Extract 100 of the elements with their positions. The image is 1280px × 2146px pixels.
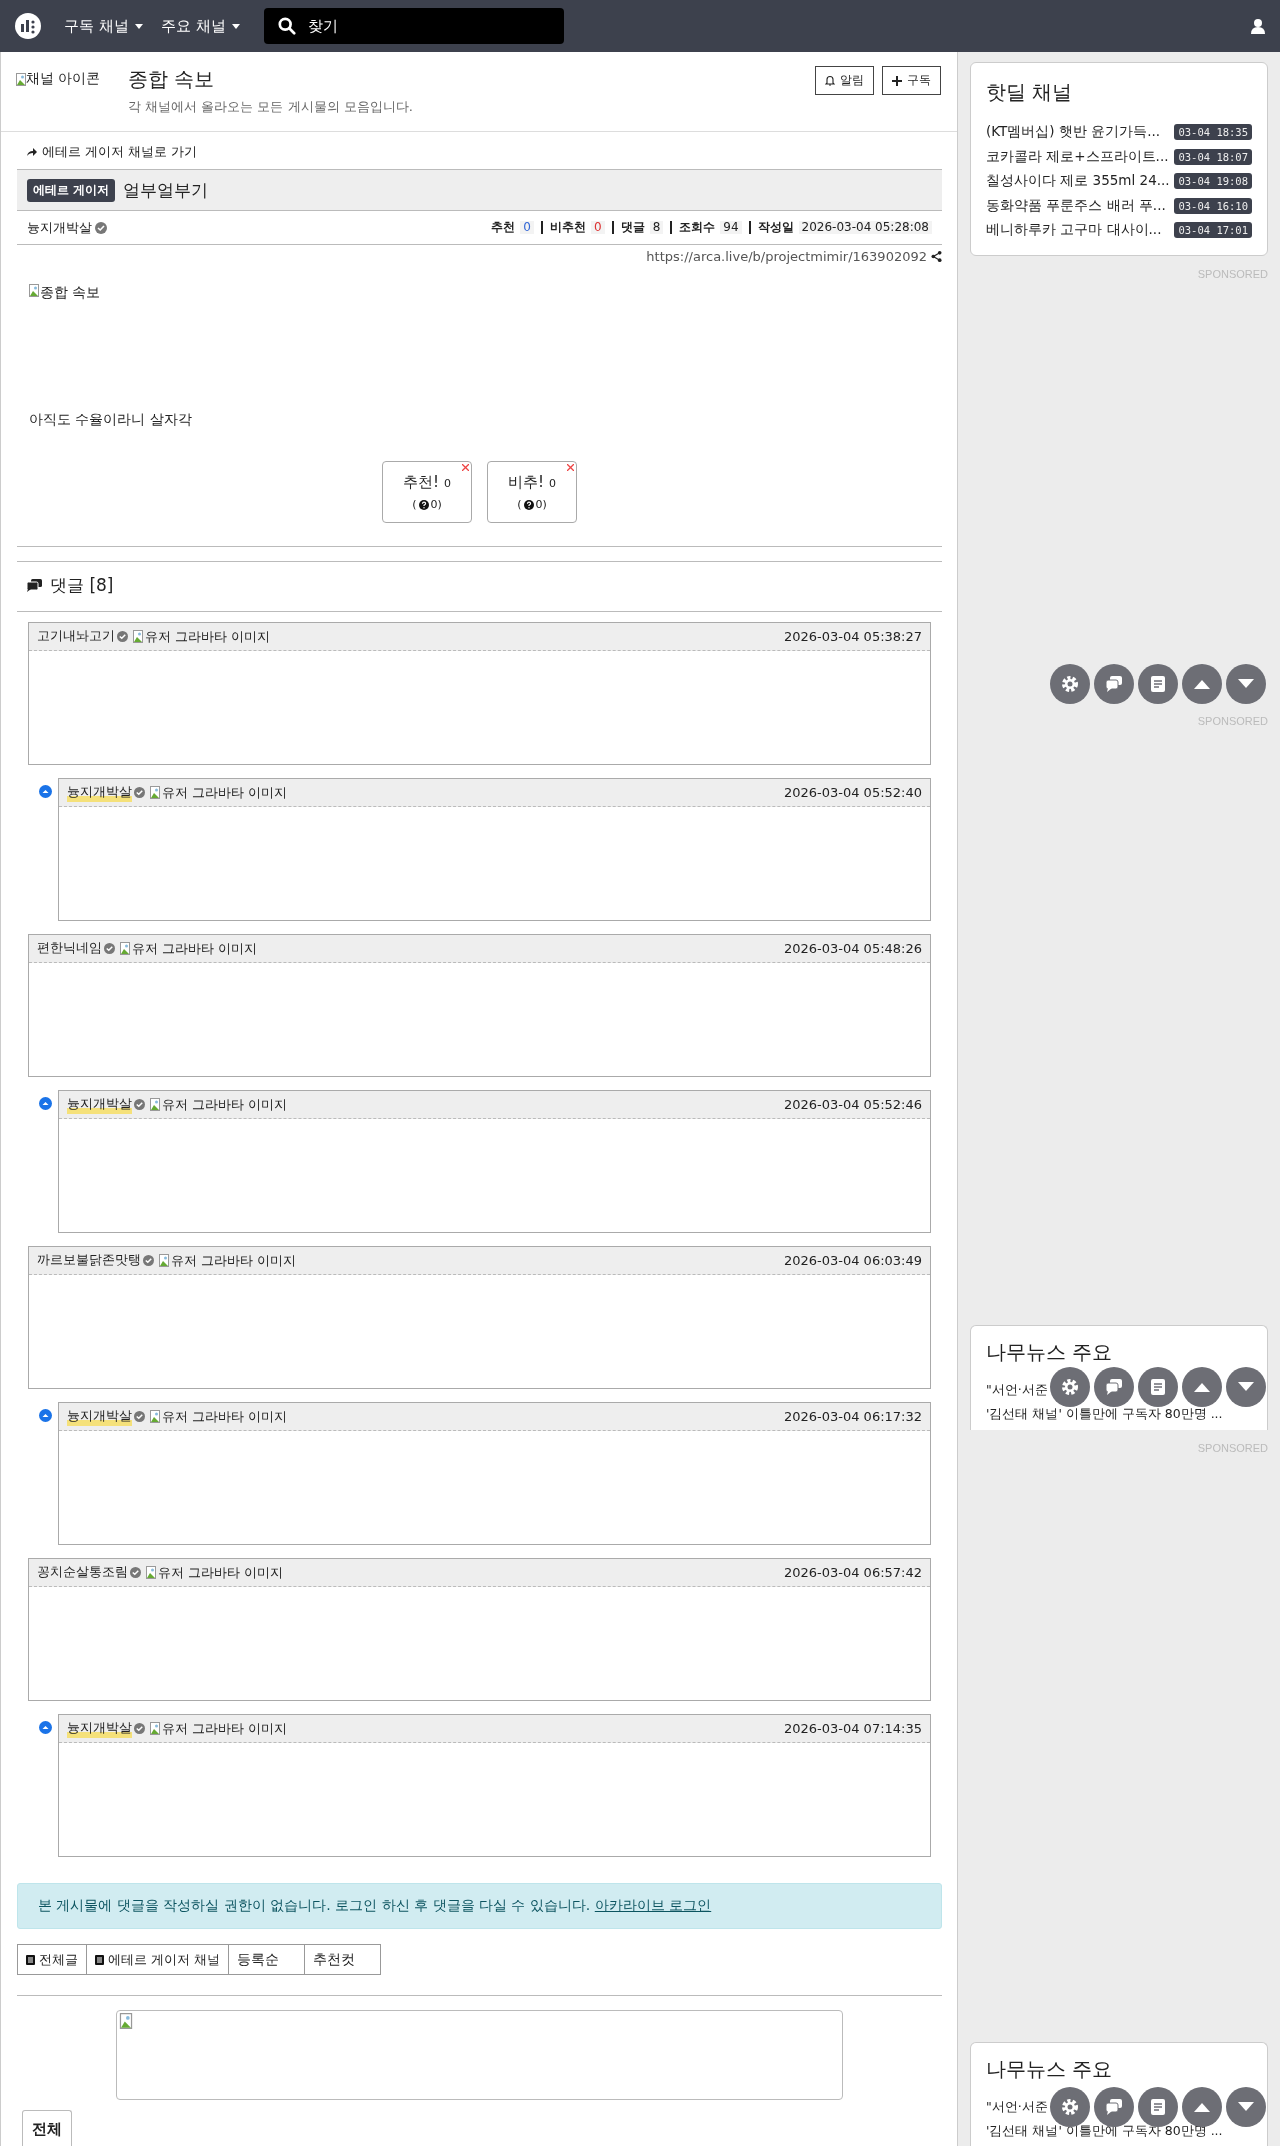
broken-image-icon: [150, 786, 160, 799]
notify-button[interactable]: 알림: [815, 66, 874, 95]
stat-label: 비추천: [550, 221, 586, 234]
comment-time: 2026-03-04 05:48:26: [783, 941, 922, 956]
logo-icon[interactable]: [14, 12, 42, 40]
comment-author[interactable]: 편한닉네임: [37, 939, 102, 958]
comment-time: 2026-03-04 05:52:46: [783, 1097, 922, 1112]
settings-icon: [1060, 2097, 1080, 2117]
list-button[interactable]: 등록순: [228, 1944, 306, 1975]
comment-author[interactable]: 늉지개박살: [67, 1407, 132, 1426]
settings-icon: [1060, 1377, 1080, 1397]
verified-icon: [130, 1567, 141, 1578]
document-icon: [1149, 675, 1167, 693]
nav-menu[interactable]: 구독 채널: [64, 16, 143, 36]
stat-label: 조회수: [679, 221, 716, 234]
news-link[interactable]: '김선태 채널' 이틀만에 구독자 80만명 ...: [986, 1406, 1223, 1421]
list-button[interactable]: 추천컷: [304, 1944, 382, 1975]
document-icon: [1149, 1378, 1167, 1396]
vote-button[interactable]: 추천! 0 ( 0): [382, 461, 472, 523]
comments-button[interactable]: [1094, 664, 1134, 704]
broken-image-icon: [29, 284, 39, 297]
hotdeal-link[interactable]: 동화약품 푸룬주스 배러 푸...: [986, 196, 1166, 215]
user-icon[interactable]: [1250, 18, 1266, 34]
channel-title: 종합 속보: [128, 66, 216, 93]
broken-image-text: 유저 그라바타 이미지: [132, 939, 258, 958]
stat-label: 작성일: [757, 221, 794, 234]
notice-text: 본 게시물에 댓글을 작성하실 권한이 없습니다. 로그인 하신 후 댓글을 다실 수 있습니다.: [38, 1897, 591, 1913]
comment-author[interactable]: 늉지개박살: [67, 1095, 132, 1114]
time-badge: 03-04 18:07: [1174, 148, 1252, 165]
verified-icon: [134, 1411, 145, 1422]
comment-time: 2026-03-04 07:14:35: [783, 1721, 922, 1736]
news-link[interactable]: "서언·서준: [986, 2099, 1048, 2114]
reply-icon: [39, 1097, 52, 1110]
back-link[interactable]: 에테르 게이저 채널로 가기: [42, 143, 198, 161]
vote-button[interactable]: 비추! 0 ( 0): [487, 461, 577, 523]
broken-image-icon: [120, 942, 130, 955]
comment-author[interactable]: 꽁치순살통조림: [37, 1563, 128, 1582]
scroll-down-button[interactable]: [1226, 664, 1266, 704]
broken-image-text: 유저 그라바타 이미지: [145, 627, 271, 646]
post-title: 얼부얼부기: [123, 178, 209, 202]
category-badge: 에테르 게이저: [27, 178, 116, 202]
reply-icon: [39, 1721, 52, 1734]
broken-image-icon: [159, 1254, 169, 1267]
broken-image-icon: [146, 1566, 156, 1579]
subscribe-button[interactable]: 구독: [882, 66, 941, 95]
caret-icon: [134, 23, 143, 29]
scroll-up-button[interactable]: [1182, 664, 1222, 704]
hotdeal-link[interactable]: (KT멤버십) 햇반 윤기가득...: [986, 123, 1161, 142]
verified-icon: [143, 1255, 154, 1266]
post-url[interactable]: https://arca.live/b/projectmimir/163902092: [646, 249, 927, 264]
broken-image-text: 유저 그라바타 이미지: [158, 1563, 284, 1582]
list-button[interactable]: [1138, 664, 1178, 704]
close-icon: [567, 464, 574, 471]
broken-image-text: 유저 그라바타 이미지: [162, 1719, 288, 1738]
comment-author[interactable]: 고기내놔고기: [37, 627, 115, 646]
arrow-icon: [27, 148, 37, 156]
document-icon: [95, 1954, 104, 1965]
verified-icon: [134, 1723, 145, 1734]
time-badge: 03-04 16:10: [1174, 197, 1252, 214]
broken-image-icon: [133, 630, 143, 643]
comment-author[interactable]: 늉지개박살: [67, 1719, 132, 1738]
speech-bubbles-icon: [1104, 1377, 1124, 1397]
login-link[interactable]: 아카라이브 로그인: [594, 1897, 712, 1913]
search-icon: [277, 17, 296, 35]
author-name[interactable]: 늉지개박살: [27, 218, 92, 237]
settings-icon: [1060, 674, 1080, 694]
hotdeal-link[interactable]: 베니하루카 고구마 대사이...: [986, 221, 1162, 240]
card-title: 나무뉴스 주요: [986, 2057, 1114, 2081]
document-icon: [26, 1954, 35, 1965]
broken-image-text: 유저 그라바타 이미지: [171, 1251, 297, 1270]
stat-label: 추천: [491, 221, 516, 234]
share-icon[interactable]: [931, 251, 942, 262]
list-button[interactable]: 전체글: [17, 1944, 87, 1975]
plus-icon: [892, 75, 902, 86]
board-tab[interactable]: 전체: [22, 2110, 72, 2146]
hotdeal-link[interactable]: 칠성사이다 제로 355ml 24...: [986, 172, 1170, 191]
broken-image-icon: [150, 1410, 160, 1423]
hotdeal-link[interactable]: 코카콜라 제로+스프라이트...: [986, 147, 1169, 166]
broken-image-icon: [16, 72, 26, 86]
news-link[interactable]: '김선태 채널' 이틀만에 구독자 80만명 ...: [986, 2123, 1223, 2138]
reply-icon: [39, 1409, 52, 1422]
broken-image-icon: [150, 1098, 160, 1111]
stat-value: 2026-03-04 05:28:08: [798, 221, 932, 234]
comment-time: 2026-03-04 06:03:49: [783, 1253, 922, 1268]
comment-author[interactable]: 까르보불닭존맛탱: [37, 1251, 141, 1270]
search-field[interactable]: 찾기: [263, 8, 564, 44]
settings-button[interactable]: [1050, 664, 1090, 704]
caret-icon: [231, 23, 240, 29]
close-icon: [462, 464, 469, 471]
comments-icon: [27, 579, 42, 592]
comment-author[interactable]: 늉지개박살: [67, 783, 132, 802]
comment-time: 2026-03-04 06:57:42: [783, 1565, 922, 1580]
broken-image-icon: [150, 1722, 160, 1735]
verified-icon: [117, 631, 128, 642]
post-text: 아직도 수율이라니 살자각: [28, 410, 193, 429]
card-title: 나무뉴스 주요: [986, 1340, 1114, 1364]
nav-menu[interactable]: 주요 채널: [160, 16, 240, 36]
stat-value: 0: [520, 221, 534, 234]
list-button[interactable]: 에테르 게이저 채널: [86, 1944, 230, 1975]
news-link[interactable]: "서언·서준: [986, 1382, 1048, 1397]
